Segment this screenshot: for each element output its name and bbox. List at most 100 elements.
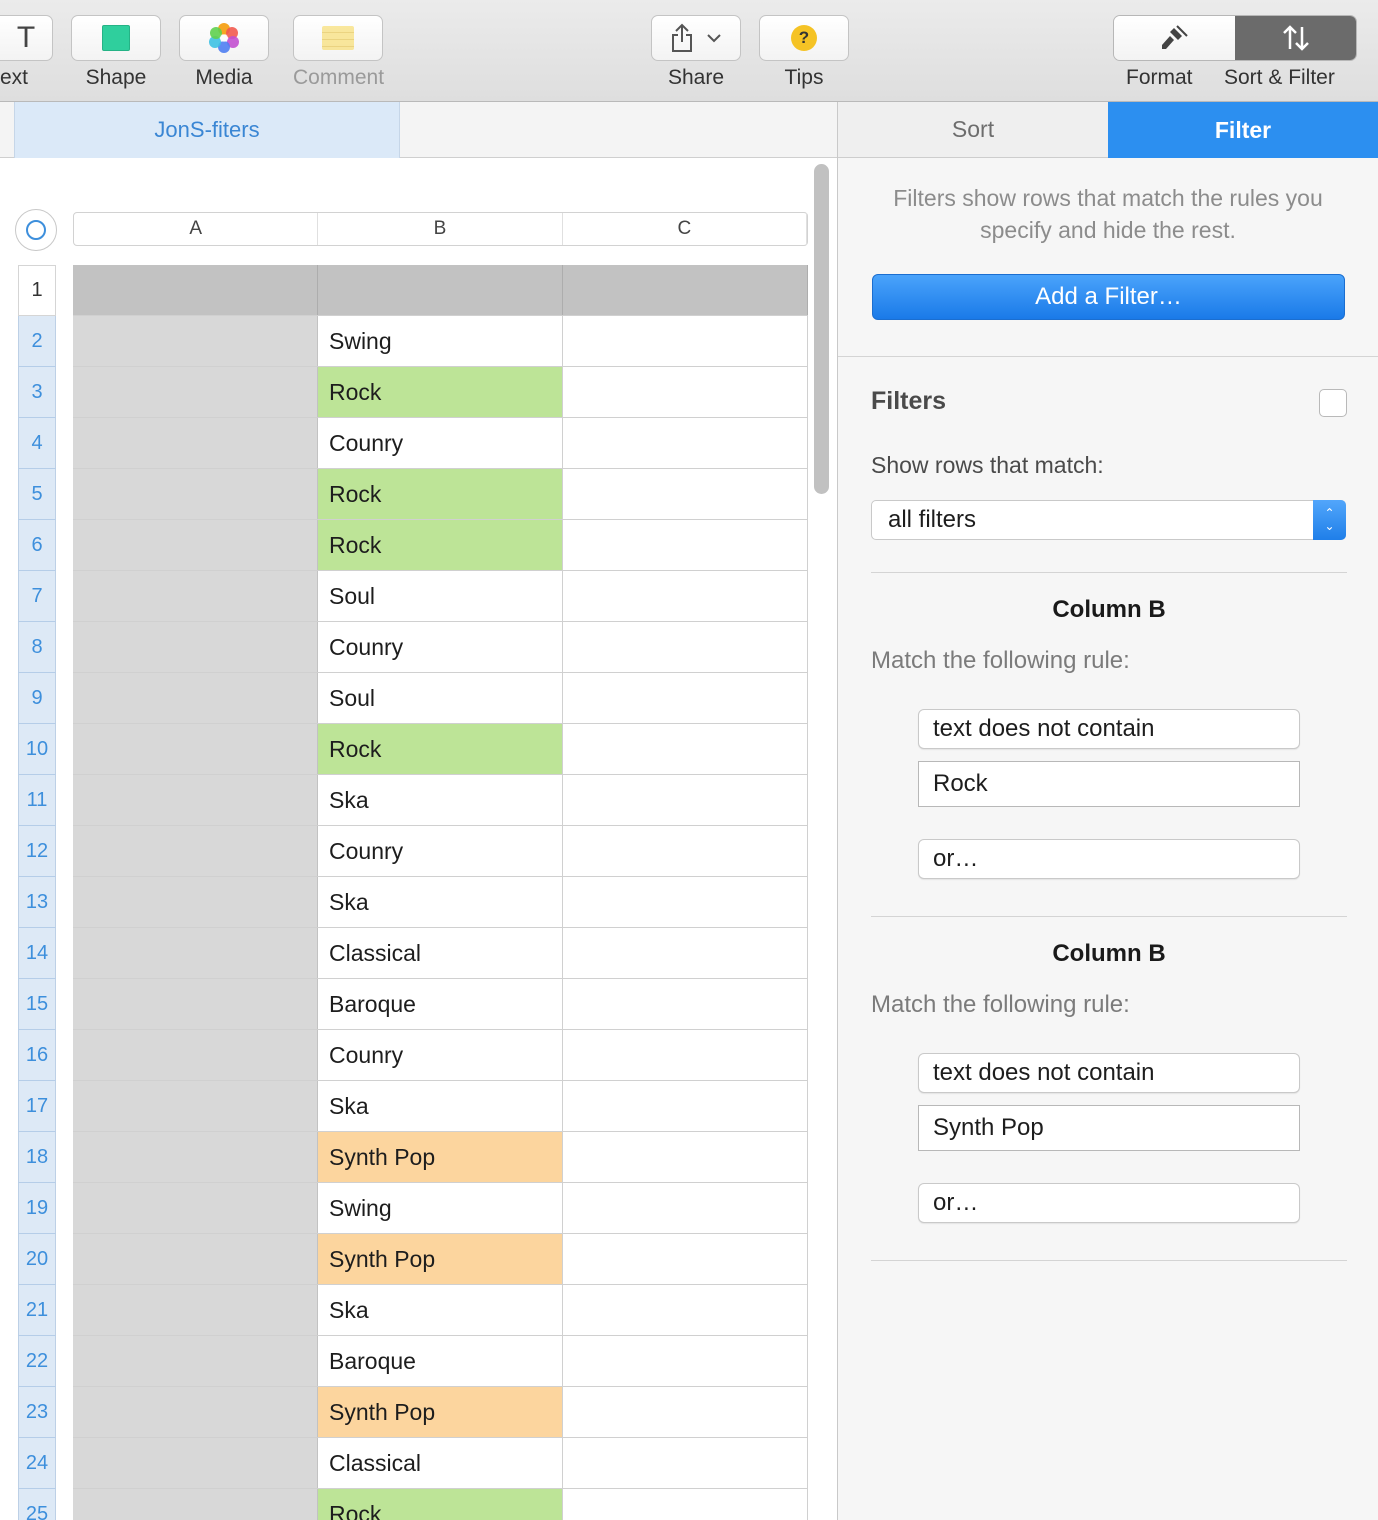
cell-a[interactable]: [73, 673, 318, 723]
cell-c[interactable]: [563, 1438, 808, 1488]
cell-c[interactable]: [563, 265, 808, 315]
cell-b[interactable]: Classical: [318, 1438, 563, 1488]
cell-b[interactable]: Rock: [318, 724, 563, 774]
cell-a[interactable]: [73, 520, 318, 570]
text-tool[interactable]: T ext: [0, 15, 53, 90]
cell-c[interactable]: [563, 1387, 808, 1437]
row-header[interactable]: 2: [18, 316, 56, 367]
cell-a[interactable]: [73, 877, 318, 927]
column-header-c[interactable]: C: [563, 213, 807, 245]
shape-tool[interactable]: Shape: [71, 15, 161, 90]
cell-a[interactable]: [73, 775, 318, 825]
cell-a[interactable]: [73, 469, 318, 519]
column-header-a[interactable]: A: [74, 213, 319, 245]
cell-a[interactable]: [73, 1183, 318, 1233]
cell-c[interactable]: [563, 1081, 808, 1131]
cell-a[interactable]: [73, 826, 318, 876]
row-header[interactable]: 3: [18, 367, 56, 418]
row-header[interactable]: 22: [18, 1336, 56, 1387]
row-header[interactable]: 6: [18, 520, 56, 571]
row-header[interactable]: 12: [18, 826, 56, 877]
filter-or-button[interactable]: or…: [918, 839, 1300, 879]
cell-b[interactable]: Rock: [318, 520, 563, 570]
cell-c[interactable]: [563, 316, 808, 366]
cell-b[interactable]: Ska: [318, 775, 563, 825]
vertical-scrollbar[interactable]: [814, 164, 829, 494]
cell-b[interactable]: Soul: [318, 673, 563, 723]
cell-b[interactable]: Soul: [318, 571, 563, 621]
cell-a[interactable]: [73, 1285, 318, 1335]
cell-a[interactable]: [73, 1234, 318, 1284]
media-tool[interactable]: Media: [179, 15, 269, 90]
row-header[interactable]: 15: [18, 979, 56, 1030]
tips-button[interactable]: ?: [759, 15, 849, 61]
cell-c[interactable]: [563, 673, 808, 723]
cell-c[interactable]: [563, 928, 808, 978]
cell-c[interactable]: [563, 571, 808, 621]
share-tool[interactable]: Share: [651, 15, 741, 90]
cell-c[interactable]: [563, 775, 808, 825]
cell-c[interactable]: [563, 1336, 808, 1386]
text-button[interactable]: T: [0, 15, 53, 61]
cell-a[interactable]: [73, 1030, 318, 1080]
cell-b[interactable]: Baroque: [318, 979, 563, 1029]
cell-a[interactable]: [73, 1489, 318, 1520]
cell-a[interactable]: [73, 571, 318, 621]
cell-c[interactable]: [563, 979, 808, 1029]
cell-a[interactable]: [73, 1336, 318, 1386]
comment-tool[interactable]: Comment: [293, 15, 384, 90]
cell-b[interactable]: Ska: [318, 1285, 563, 1335]
cell-a[interactable]: [73, 928, 318, 978]
row-header[interactable]: 19: [18, 1183, 56, 1234]
row-header[interactable]: 21: [18, 1285, 56, 1336]
cell-a[interactable]: [73, 367, 318, 417]
row-header[interactable]: 8: [18, 622, 56, 673]
share-button[interactable]: [651, 15, 741, 61]
sheet-tab[interactable]: JonS-fiters: [14, 102, 400, 158]
filters-enable-checkbox[interactable]: [1319, 389, 1347, 417]
cell-b[interactable]: Baroque: [318, 1336, 563, 1386]
cell-b[interactable]: Rock: [318, 367, 563, 417]
cell-a[interactable]: [73, 265, 318, 315]
row-header[interactable]: 11: [18, 775, 56, 826]
cell-b[interactable]: Rock: [318, 1489, 563, 1520]
cell-b[interactable]: Ska: [318, 1081, 563, 1131]
cell-c[interactable]: [563, 1489, 808, 1520]
column-header-b[interactable]: B: [318, 213, 563, 245]
cell-c[interactable]: [563, 1234, 808, 1284]
cell-c[interactable]: [563, 520, 808, 570]
row-header[interactable]: 24: [18, 1438, 56, 1489]
cell-b[interactable]: Counry: [318, 826, 563, 876]
cell-b[interactable]: Synth Pop: [318, 1387, 563, 1437]
row-header[interactable]: 1: [18, 265, 56, 316]
add-filter-button[interactable]: Add a Filter…: [872, 274, 1345, 320]
row-header[interactable]: 10: [18, 724, 56, 775]
tab-filter[interactable]: Filter: [1108, 102, 1378, 158]
cell-c[interactable]: [563, 826, 808, 876]
row-header[interactable]: 4: [18, 418, 56, 469]
cell-b[interactable]: Rock: [318, 469, 563, 519]
comment-button[interactable]: [293, 15, 383, 61]
cell-b[interactable]: Ska: [318, 877, 563, 927]
filter-value-field[interactable]: Rock: [918, 761, 1300, 807]
sort-filter-button[interactable]: [1235, 16, 1356, 60]
filter-condition-select[interactable]: text does not contain: [918, 709, 1300, 749]
select-all-button[interactable]: [15, 209, 57, 251]
cell-b[interactable]: Swing: [318, 1183, 563, 1233]
match-mode-select[interactable]: all filters ⌃ ⌄: [871, 500, 1346, 540]
cell-b[interactable]: Swing: [318, 316, 563, 366]
row-header[interactable]: 16: [18, 1030, 56, 1081]
cell-c[interactable]: [563, 469, 808, 519]
cell-b[interactable]: Counry: [318, 418, 563, 468]
cell-c[interactable]: [563, 877, 808, 927]
row-header[interactable]: 7: [18, 571, 56, 622]
media-button[interactable]: [179, 15, 269, 61]
cell-b[interactable]: Synth Pop: [318, 1132, 563, 1182]
cell-c[interactable]: [563, 367, 808, 417]
cell-c[interactable]: [563, 1285, 808, 1335]
cell-a[interactable]: [73, 1132, 318, 1182]
filter-value-field[interactable]: Synth Pop: [918, 1105, 1300, 1151]
cell-b[interactable]: Synth Pop: [318, 1234, 563, 1284]
cell-a[interactable]: [73, 622, 318, 672]
cell-c[interactable]: [563, 724, 808, 774]
